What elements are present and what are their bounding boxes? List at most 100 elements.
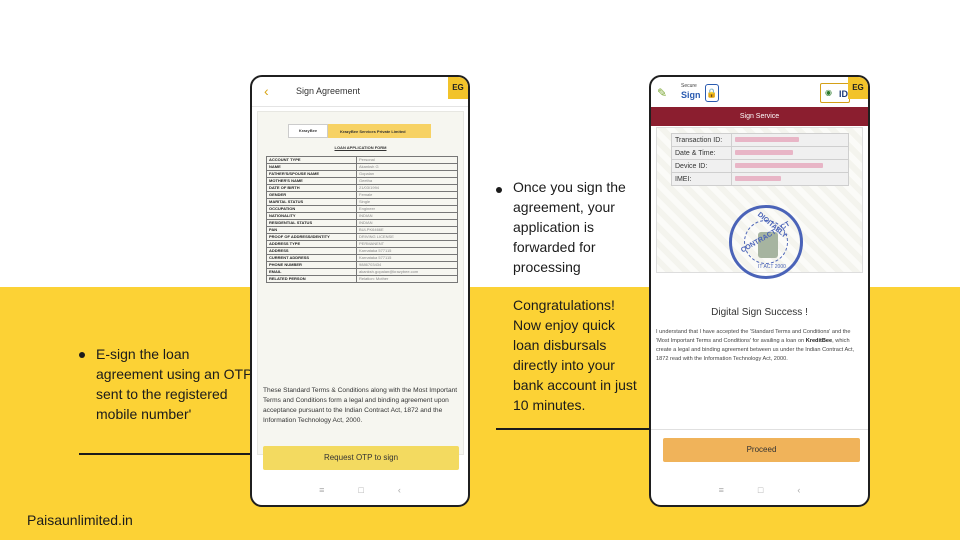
logo-id-text: ID [839, 89, 848, 99]
phone-sign-service: ✎ Secure Sign 🔒 ◉ ID EG Sign Service Tra… [649, 75, 870, 507]
redaction-mark [735, 175, 781, 181]
field-label: PROOF OF ADDRESS/IDENTITY [266, 233, 357, 241]
field-label: ADDRESS TYPE [266, 240, 357, 248]
table-row: NATIONALITY INDIAN [266, 212, 458, 220]
field-value: Single [356, 198, 458, 206]
company-name: KrazyBee Services Private Limited [340, 128, 406, 134]
field-value: BULPK6466E [356, 226, 458, 234]
sign-service-bar: Sign Service [651, 107, 868, 126]
info-value-redacted [731, 159, 849, 173]
proceed-button[interactable]: Proceed [663, 438, 860, 462]
field-label: MOTHER'S NAME [266, 177, 357, 185]
field-value: Gopalan [356, 170, 458, 178]
transaction-info-table: Transaction ID: Date & Time: Device ID: IME… [671, 133, 849, 186]
table-row: Device ID: [671, 159, 849, 173]
menu-icon[interactable]: ≡ [319, 485, 324, 495]
document-header: KrazyBee KrazyBee Services Private Limit… [288, 124, 431, 138]
sign-success-title: Digital Sign Success ! [711, 307, 808, 318]
field-value: Relation: Mother [356, 275, 458, 283]
table-row: MOTHER'S NAME Geetha [266, 177, 458, 185]
table-row: CURRENT ADDRESS Karnataka 577115 [266, 254, 458, 262]
secure-sign-logo: ✎ Secure Sign 🔒 [657, 80, 719, 106]
field-value: PERMANENT [356, 240, 458, 248]
info-value-redacted [731, 133, 849, 147]
divider [651, 429, 868, 430]
field-value: 21/03/1994 [356, 184, 458, 192]
consent-text: I understand that I have accepted the 'S… [656, 328, 864, 364]
field-label: FATHER'S/SPOUSE NAME [266, 170, 357, 178]
krazybee-logo: KrazyBee [288, 124, 328, 138]
chevron-left-icon[interactable]: ‹ [264, 83, 269, 99]
phone-sign-agreement: ‹ Sign Agreement EG KrazyBee KrazyBee Se… [250, 75, 470, 507]
redaction-mark [735, 136, 799, 142]
field-label: EMAIL [266, 268, 357, 276]
table-row: EMAIL akanksh.gopalan@krazybee.com [266, 268, 458, 276]
caption-congratulations: Congratulations! Now enjoy quick loan di… [513, 297, 637, 413]
lock-icon: 🔒 [705, 84, 719, 102]
terms-text: These Standard Terms & Conditions along … [263, 387, 458, 424]
signal-icon: ◉ [825, 88, 832, 97]
request-otp-button[interactable]: Request OTP to sign [263, 446, 459, 470]
table-row: ADDRESS TYPE PERMANENT [266, 240, 458, 248]
table-row: RELATED PERSON Relation: Mother [266, 275, 458, 283]
app-header: ✎ Secure Sign 🔒 ◉ ID [651, 77, 868, 107]
table-row: RESIDENTIAL STATUS INDIAN [266, 219, 458, 227]
field-label: DATE OF BIRTH [266, 184, 357, 192]
screen-title: Sign Agreement [296, 86, 361, 96]
field-label: GENDER [266, 191, 357, 199]
android-nav-bar: ≡ □ ‹ [252, 475, 468, 505]
home-icon[interactable]: □ [358, 485, 363, 495]
field-label: PHONE NUMBER [266, 261, 357, 269]
application-fields-table: ACCOUNT TYPE Personal NAME Akanksh G FATHER'… [266, 156, 458, 283]
table-row: PROOF OF ADDRESS/IDENTITY DRIVING LICENSE [266, 233, 458, 241]
table-row: ACCOUNT TYPE Personal [266, 156, 458, 164]
stamp-text-bottom: IT ACT 2000 [758, 264, 786, 270]
app-header: ‹ Sign Agreement [252, 77, 468, 107]
info-label: Date & Time: [671, 146, 732, 160]
field-value: Female [356, 191, 458, 199]
bullet-dot-right [496, 187, 502, 193]
table-row: IMEI: [671, 172, 849, 186]
home-icon[interactable]: □ [758, 485, 763, 495]
table-row: PHONE NUMBER 9886703434 [266, 261, 458, 269]
table-row: Date & Time: [671, 146, 849, 160]
consent-brand: KreditBee [805, 338, 833, 344]
field-label: PAN [266, 226, 357, 234]
eg-badge: EG [848, 77, 868, 99]
field-label: MARITAL STATUS [266, 198, 357, 206]
field-value: Geetha [356, 177, 458, 185]
back-icon[interactable]: ‹ [797, 485, 800, 495]
info-label: Transaction ID: [671, 133, 732, 147]
field-value: Akanksh G [356, 163, 458, 171]
menu-icon[interactable]: ≡ [719, 485, 724, 495]
logo-sign-text: Sign [681, 90, 701, 100]
info-label: IMEI: [671, 172, 732, 186]
info-value-redacted [731, 146, 849, 160]
field-value: Karnataka 577115 [356, 247, 458, 255]
table-row: NAME Akanksh G [266, 163, 458, 171]
pen-icon: ✎ [657, 86, 668, 100]
caption-esign: E-sign the loan agreement using an OTP s… [96, 346, 253, 422]
verified-id-logo: ◉ ID [820, 83, 850, 103]
eg-badge: EG [448, 77, 468, 99]
info-value-redacted [731, 172, 849, 186]
field-label: OCCUPATION [266, 205, 357, 213]
caption-processing: Once you sign the agreement, your applic… [513, 177, 638, 415]
brand-footer: Paisaunlimited.in [27, 512, 133, 528]
form-title: LOAN APPLICATION FORM [334, 145, 387, 150]
table-row: DATE OF BIRTH 21/03/1994 [266, 184, 458, 192]
bullet-dot-left [79, 352, 85, 358]
field-label: RESIDENTIAL STATUS [266, 219, 357, 227]
back-icon[interactable]: ‹ [398, 485, 401, 495]
caption-processing-text: Once you sign the agreement, your applic… [513, 179, 626, 275]
field-value: Personal [356, 156, 458, 164]
field-value: 9886703434 [356, 261, 458, 269]
field-label: NATIONALITY [266, 212, 357, 220]
field-value: akanksh.gopalan@krazybee.com [356, 268, 458, 276]
field-value: DRIVING LICENSE [356, 233, 458, 241]
table-row: PAN BULPK6466E [266, 226, 458, 234]
field-value: INDIAN [356, 219, 458, 227]
field-label: CURRENT ADDRESS [266, 254, 357, 262]
field-label: RELATED PERSON [266, 275, 357, 283]
field-label: ACCOUNT TYPE [266, 156, 357, 164]
